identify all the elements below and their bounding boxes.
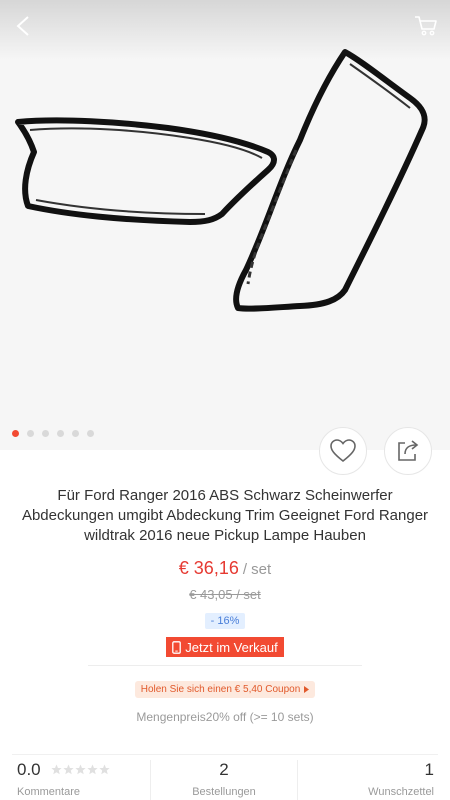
original-price-row: € 43,05 / set — [0, 587, 450, 602]
star-icon — [99, 764, 110, 775]
sale-label: Jetzt im Verkauf — [185, 639, 278, 655]
discount-row: - 16% — [0, 611, 450, 629]
wishlist-stat[interactable]: 1 Wunschzettel — [298, 760, 434, 800]
page-dot[interactable] — [42, 430, 49, 437]
wishlist-count: 1 — [424, 760, 434, 779]
page-dot[interactable] — [72, 430, 79, 437]
favorite-button[interactable] — [319, 427, 367, 475]
product-image — [15, 49, 428, 312]
star-icon — [51, 764, 62, 775]
star-icon — [87, 764, 98, 775]
page-dot[interactable] — [27, 430, 34, 437]
price-unit: / set — [242, 561, 272, 578]
cart-icon — [415, 16, 437, 36]
chevron-left-icon — [16, 16, 29, 36]
product-title: Für Ford Ranger 2016 ABS Schwarz Scheinw… — [21, 487, 429, 544]
divider — [12, 754, 438, 755]
cart-button[interactable] — [408, 8, 444, 44]
product-image-gallery[interactable] — [0, 0, 450, 450]
rating-stars — [51, 762, 111, 780]
share-button[interactable] — [384, 427, 432, 475]
sale-badge: Jetzt im Verkauf — [166, 637, 284, 657]
page-dot[interactable] — [57, 430, 64, 437]
sale-row: Jetzt im Verkauf — [0, 637, 450, 659]
rating-value: 0.0 — [17, 760, 41, 779]
product-stats: 0.0 Kommentare 2 Bestellungen 1 Wunschze… — [0, 760, 450, 800]
bulk-price-info: Mengenpreis20% off (>= 10 sets) — [136, 710, 314, 724]
triangle-right-icon — [304, 686, 310, 693]
divider — [88, 665, 362, 666]
top-shade — [0, 0, 450, 60]
wishlist-label: Wunschzettel — [368, 786, 434, 798]
rating-stat[interactable]: 0.0 Kommentare — [17, 760, 111, 800]
discount-badge: - 16% — [204, 613, 246, 629]
page-dot-active[interactable] — [12, 430, 19, 437]
star-icon — [75, 764, 86, 775]
current-price: € 36,16 — [178, 558, 239, 578]
original-price: € 43,05 / set — [189, 587, 261, 602]
share-icon — [398, 440, 419, 461]
page-dot[interactable] — [87, 430, 94, 437]
orders-stat[interactable]: 2 Bestellungen — [150, 760, 298, 800]
orders-label: Bestellungen — [192, 786, 256, 798]
gallery-pagination[interactable] — [12, 430, 94, 437]
phone-icon — [172, 640, 182, 654]
price-row: € 36,16/ set — [0, 558, 450, 579]
heart-icon — [330, 439, 356, 463]
back-button[interactable] — [6, 8, 42, 44]
coupon-row: Holen Sie sich einen € 5,40 Coupon — [0, 679, 450, 698]
coupon-label: Holen Sie sich einen € 5,40 Coupon — [140, 684, 301, 695]
orders-count: 2 — [219, 760, 229, 779]
rating-label: Kommentare — [17, 786, 80, 798]
coupon-button[interactable]: Holen Sie sich einen € 5,40 Coupon — [134, 681, 316, 698]
star-icon — [63, 764, 74, 775]
